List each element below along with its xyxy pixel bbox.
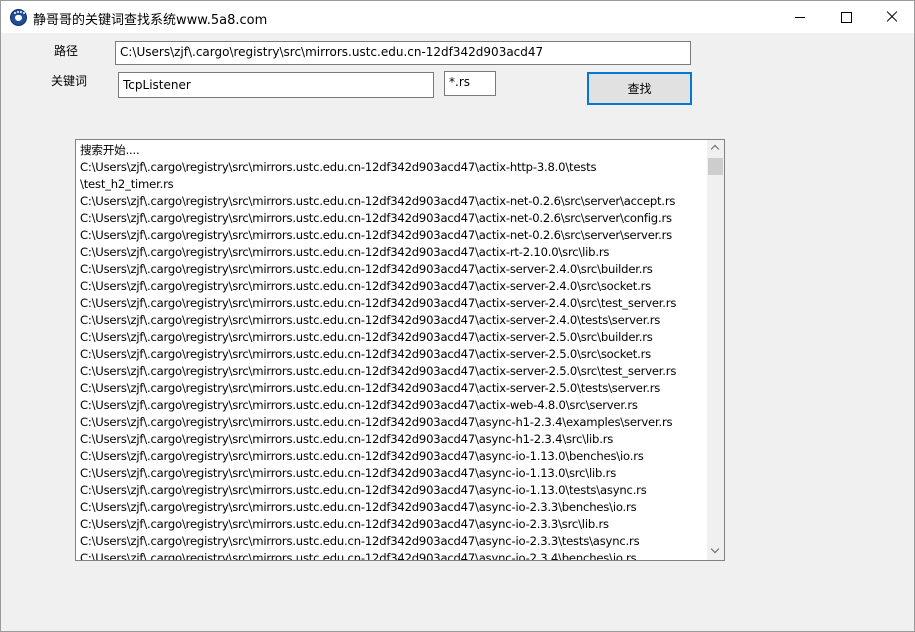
result-line: C:\Users\zjf\.cargo\registry\src\mirrors… bbox=[80, 466, 617, 480]
result-line: C:\Users\zjf\.cargo\registry\src\mirrors… bbox=[80, 330, 653, 344]
result-line: C:\Users\zjf\.cargo\registry\src\mirrors… bbox=[80, 279, 651, 293]
result-line: C:\Users\zjf\.cargo\registry\src\mirrors… bbox=[80, 398, 638, 412]
minimize-button[interactable] bbox=[777, 1, 823, 33]
result-line: C:\Users\zjf\.cargo\registry\src\mirrors… bbox=[80, 551, 637, 561]
maximize-button[interactable] bbox=[823, 1, 869, 33]
extension-filter-input[interactable]: *.rs bbox=[444, 71, 496, 96]
title-bar[interactable]: 静哥哥的关键词查找系统www.5a8.com bbox=[1, 1, 914, 33]
result-line: C:\Users\zjf\.cargo\registry\src\mirrors… bbox=[80, 534, 640, 548]
result-line: C:\Users\zjf\.cargo\registry\src\mirrors… bbox=[80, 194, 676, 208]
result-line: C:\Users\zjf\.cargo\registry\src\mirrors… bbox=[80, 500, 637, 514]
result-line: C:\Users\zjf\.cargo\registry\src\mirrors… bbox=[80, 245, 610, 259]
result-line: C:\Users\zjf\.cargo\registry\src\mirrors… bbox=[80, 347, 651, 361]
result-line: C:\Users\zjf\.cargo\registry\src\mirrors… bbox=[80, 262, 653, 276]
result-line: C:\Users\zjf\.cargo\registry\src\mirrors… bbox=[80, 432, 614, 446]
result-line: C:\Users\zjf\.cargo\registry\src\mirrors… bbox=[80, 313, 661, 327]
result-line: \test_h2_timer.rs bbox=[80, 177, 174, 191]
result-line: C:\Users\zjf\.cargo\registry\src\mirrors… bbox=[80, 517, 609, 531]
scrollbar-thumb[interactable] bbox=[708, 158, 723, 175]
result-line: C:\Users\zjf\.cargo\registry\src\mirrors… bbox=[80, 381, 661, 395]
results-list: 搜索开始.... C:\Users\zjf\.cargo\registry\src… bbox=[80, 142, 704, 561]
close-button[interactable] bbox=[869, 1, 915, 33]
result-line: C:\Users\zjf\.cargo\registry\src\mirrors… bbox=[80, 296, 677, 310]
path-label: 路径 bbox=[54, 44, 79, 58]
vertical-scrollbar[interactable] bbox=[707, 140, 724, 560]
result-line: C:\Users\zjf\.cargo\registry\src\mirrors… bbox=[80, 415, 673, 429]
app-window: 静哥哥的关键词查找系统www.5a8.com 路径 C:\Users\zjf\.… bbox=[0, 0, 915, 632]
result-line: C:\Users\zjf\.cargo\registry\src\mirrors… bbox=[80, 211, 672, 225]
chevron-down-icon[interactable] bbox=[707, 543, 724, 560]
result-line: 搜索开始.... bbox=[80, 143, 140, 157]
result-line: C:\Users\zjf\.cargo\registry\src\mirrors… bbox=[80, 449, 644, 463]
path-input[interactable]: C:\Users\zjf\.cargo\registry\src\mirrors… bbox=[115, 41, 691, 65]
keyword-input[interactable]: TcpListener bbox=[118, 72, 434, 98]
chevron-up-icon[interactable] bbox=[707, 140, 724, 157]
result-line: C:\Users\zjf\.cargo\registry\src\mirrors… bbox=[80, 228, 673, 242]
search-button[interactable]: 查找 bbox=[587, 72, 692, 105]
result-line: C:\Users\zjf\.cargo\registry\src\mirrors… bbox=[80, 364, 677, 378]
paw-icon bbox=[10, 9, 27, 26]
result-line: C:\Users\zjf\.cargo\registry\src\mirrors… bbox=[80, 160, 597, 174]
keyword-label: 关键词 bbox=[51, 74, 88, 88]
result-line: C:\Users\zjf\.cargo\registry\src\mirrors… bbox=[80, 483, 647, 497]
results-textarea[interactable]: 搜索开始.... C:\Users\zjf\.cargo\registry\src… bbox=[75, 139, 725, 561]
window-title: 静哥哥的关键词查找系统www.5a8.com bbox=[33, 13, 268, 28]
